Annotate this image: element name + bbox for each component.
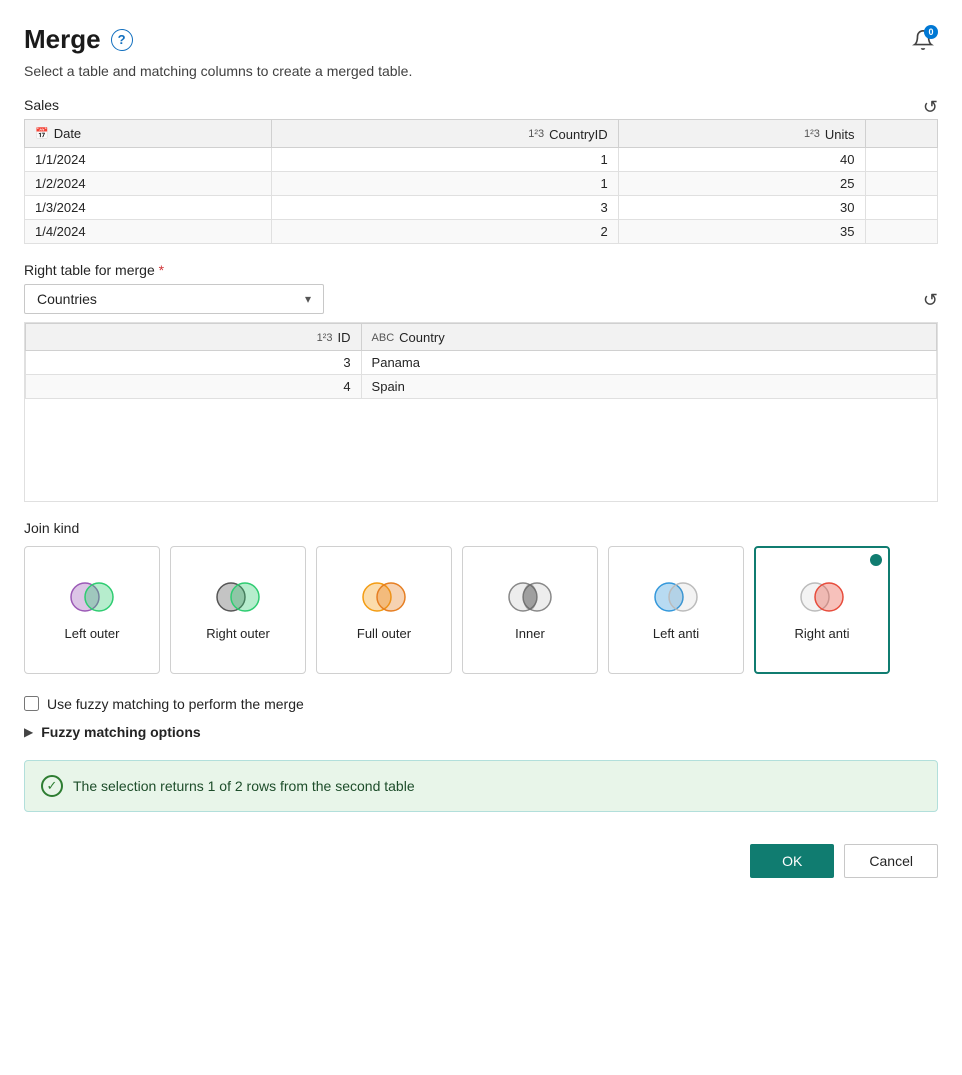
countries-table: 1²3 ID ABC Country 3 [25, 323, 937, 400]
sales-label: Sales [24, 97, 938, 113]
sales-col-date[interactable]: 📅 Date [25, 120, 272, 148]
cell-units: 30 [618, 195, 865, 219]
venn-icon-left-anti [651, 579, 701, 618]
table-row[interactable]: 3 Panama [26, 351, 937, 375]
join-card-label: Inner [515, 626, 545, 641]
join-label: Join kind [24, 520, 938, 536]
merge-row: Countries ▾ [24, 284, 938, 314]
cell-date: 1/2/2024 [25, 171, 272, 195]
title-area: Merge ? [24, 24, 133, 55]
cell-date: 1/3/2024 [25, 195, 272, 219]
header: Merge ? 0 [24, 24, 938, 55]
fuzzy-options-label: Fuzzy matching options [41, 724, 200, 740]
sales-table: 📅 Date 1²3 CountryID 1²3 Units [24, 119, 938, 244]
join-cards: Left outer Right outer Full outer [24, 546, 938, 674]
cell-units: 35 [618, 219, 865, 243]
fuzzy-checkbox-label[interactable]: Use fuzzy matching to perform the merge [47, 696, 304, 712]
merge-label: Right table for merge * [24, 262, 938, 278]
join-card-full-outer[interactable]: Full outer [316, 546, 452, 674]
cell-empty [865, 195, 938, 219]
cell-countryid: 3 [272, 195, 619, 219]
join-card-label: Full outer [357, 626, 411, 641]
join-card-label: Right anti [795, 626, 850, 641]
numeric-icon-3: 1²3 [317, 332, 333, 344]
bottom-buttons: OK Cancel [24, 844, 938, 878]
table-row[interactable]: 1/3/2024 3 30 [25, 195, 938, 219]
cell-id: 4 [26, 375, 362, 399]
join-section: Join kind Left outer Right outer [24, 520, 938, 674]
countries-table-wrapper: 1²3 ID ABC Country 3 [24, 322, 938, 502]
venn-icon-inner [505, 579, 555, 618]
status-banner: ✓ The selection returns 1 of 2 rows from… [24, 760, 938, 812]
notification-badge: 0 [924, 25, 938, 39]
cell-empty [865, 219, 938, 243]
notification-icon[interactable]: 0 [908, 25, 938, 55]
chevron-down-icon: ▾ [305, 292, 311, 306]
cancel-button[interactable]: Cancel [844, 844, 938, 878]
page-title: Merge [24, 24, 101, 55]
cell-country: Spain [361, 375, 936, 399]
sales-refresh-button[interactable]: ↺ [923, 97, 938, 118]
join-card-right-outer[interactable]: Right outer [170, 546, 306, 674]
venn-icon-left-outer [67, 579, 117, 618]
selected-indicator [870, 554, 882, 566]
sales-col-units[interactable]: 1²3 Units [618, 120, 865, 148]
merge-section: Right table for merge * Countries ▾ ↺ 1²… [24, 262, 938, 502]
join-card-inner[interactable]: Inner [462, 546, 598, 674]
countries-refresh-button[interactable]: ↺ [923, 290, 938, 311]
sales-table-section: Sales ↺ 📅 Date 1²3 CountryID [24, 97, 938, 244]
join-card-label: Left outer [65, 626, 120, 641]
fuzzy-checkbox[interactable] [24, 696, 39, 711]
check-circle-icon: ✓ [41, 775, 63, 797]
cell-countryid: 1 [272, 147, 619, 171]
cell-date: 1/4/2024 [25, 219, 272, 243]
text-icon-1: ABC [372, 332, 395, 344]
join-card-left-anti[interactable]: Left anti [608, 546, 744, 674]
cell-empty [865, 171, 938, 195]
join-card-right-anti[interactable]: Right anti [754, 546, 890, 674]
sales-col-empty [865, 120, 938, 148]
calendar-icon: 📅 [35, 127, 49, 140]
table-row[interactable]: 1/2/2024 1 25 [25, 171, 938, 195]
status-message: The selection returns 1 of 2 rows from t… [73, 778, 415, 794]
right-table-dropdown[interactable]: Countries ▾ [24, 284, 324, 314]
countries-col-country[interactable]: ABC Country [361, 323, 936, 351]
table-row[interactable]: 1/1/2024 1 40 [25, 147, 938, 171]
join-card-left-outer[interactable]: Left outer [24, 546, 160, 674]
cell-countryid: 1 [272, 171, 619, 195]
cell-date: 1/1/2024 [25, 147, 272, 171]
cell-country: Panama [361, 351, 936, 375]
sales-col-countryid[interactable]: 1²3 CountryID [272, 120, 619, 148]
fuzzy-options-row[interactable]: ▶ Fuzzy matching options [24, 724, 938, 740]
venn-icon-right-outer [213, 579, 263, 618]
join-card-label: Left anti [653, 626, 699, 641]
table-row[interactable]: 4 Spain [26, 375, 937, 399]
cell-units: 40 [618, 147, 865, 171]
venn-icon-full-outer [359, 579, 409, 618]
numeric-icon-1: 1²3 [528, 128, 544, 140]
join-card-label: Right outer [206, 626, 270, 641]
table-row[interactable]: 1/4/2024 2 35 [25, 219, 938, 243]
cell-empty [865, 147, 938, 171]
numeric-icon-2: 1²3 [804, 128, 820, 140]
countries-section: ↺ 1²3 ID ABC Country [24, 322, 938, 502]
required-star: * [159, 262, 164, 278]
fuzzy-checkbox-row: Use fuzzy matching to perform the merge [24, 696, 938, 712]
countries-col-id[interactable]: 1²3 ID [26, 323, 362, 351]
subtitle: Select a table and matching columns to c… [24, 63, 938, 79]
cell-id: 3 [26, 351, 362, 375]
chevron-right-icon: ▶ [24, 725, 33, 739]
venn-icon-right-anti [797, 579, 847, 618]
ok-button[interactable]: OK [750, 844, 834, 878]
cell-units: 25 [618, 171, 865, 195]
help-icon[interactable]: ? [111, 29, 133, 51]
cell-countryid: 2 [272, 219, 619, 243]
